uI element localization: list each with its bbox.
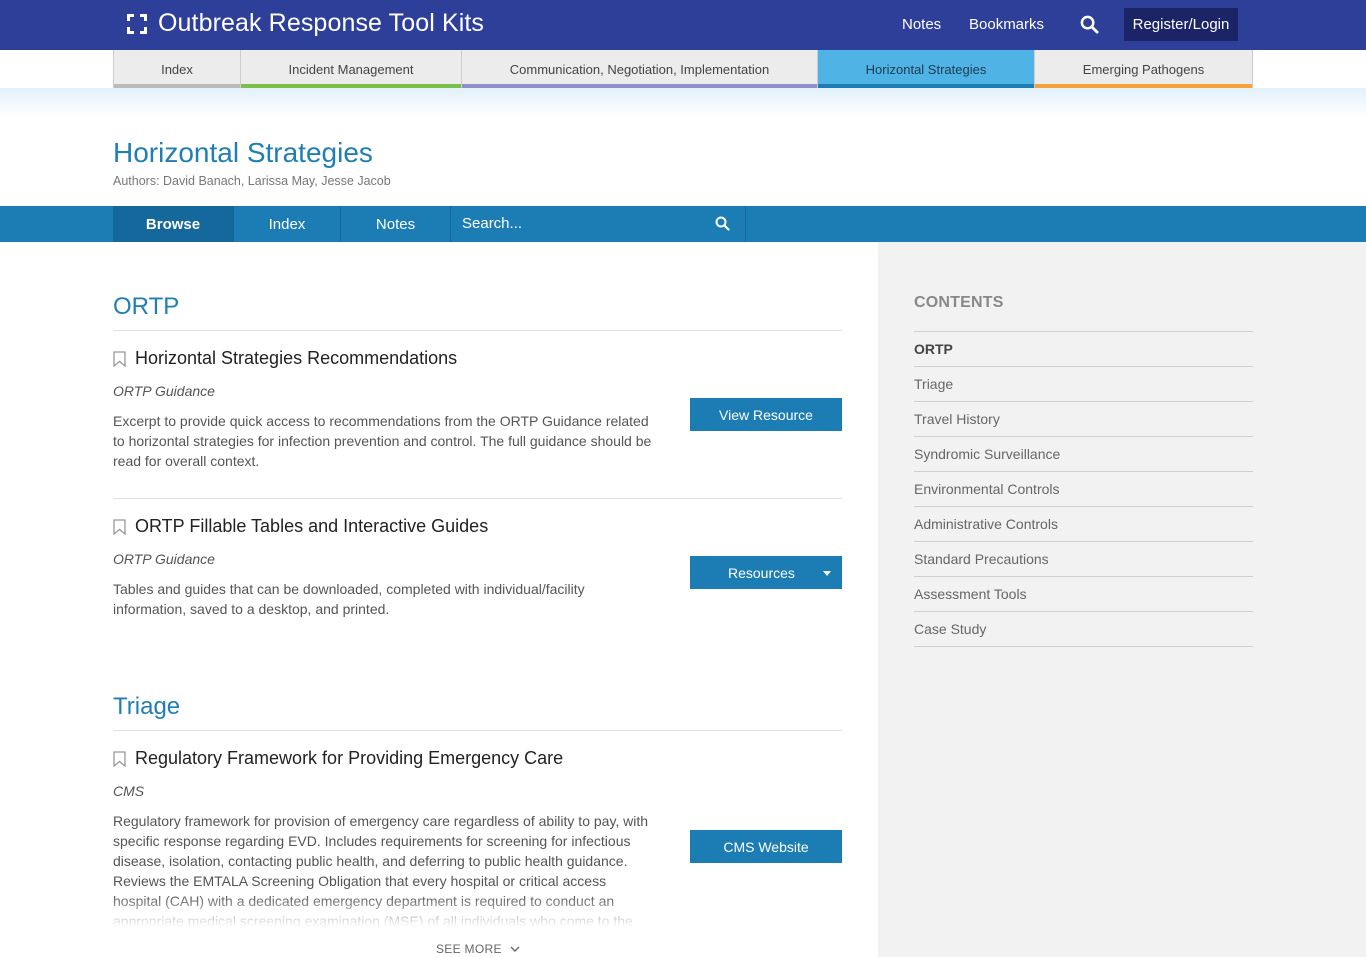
view-resource-button[interactable]: View Resource bbox=[690, 398, 842, 431]
contents-item-environmental-controls[interactable]: Environmental Controls bbox=[914, 472, 1253, 507]
section-title: Triage bbox=[113, 693, 181, 720]
tab-horizontal-strategies[interactable]: Horizontal Strategies bbox=[818, 50, 1035, 88]
caret-down-icon bbox=[823, 571, 831, 576]
contents-item-administrative-controls[interactable]: Administrative Controls bbox=[914, 507, 1253, 542]
resource-description: Tables and guides that can be downloaded… bbox=[113, 581, 585, 617]
tab-label: Emerging Pathogens bbox=[1082, 61, 1205, 77]
browse-tab[interactable]: Browse bbox=[113, 206, 234, 242]
resources-dropdown-button[interactable]: Resources bbox=[690, 556, 842, 589]
browse-bar: Browse Index Notes bbox=[0, 206, 1366, 242]
search-icon[interactable] bbox=[715, 216, 730, 231]
tab-index[interactable]: Index bbox=[113, 50, 241, 88]
resource-title[interactable]: Regulatory Framework for Providing Emerg… bbox=[113, 748, 563, 769]
toolkit-tabs: Index Incident Management Communication,… bbox=[113, 50, 1253, 88]
resource-source: ORTP Guidance bbox=[113, 551, 215, 567]
resource-description: Excerpt to provide quick access to recom… bbox=[113, 413, 652, 469]
resource-title[interactable]: ORTP Fillable Tables and Interactive Gui… bbox=[113, 516, 488, 537]
top-header: Outbreak Response Tool Kits Notes Bookma… bbox=[0, 0, 1366, 50]
index-tab[interactable]: Index bbox=[234, 206, 341, 242]
contents-title: CONTENTS bbox=[914, 294, 1004, 311]
tab-label: Index bbox=[161, 61, 193, 77]
notes-tab[interactable]: Notes bbox=[341, 206, 451, 242]
tab-label: Horizontal Strategies bbox=[865, 61, 987, 77]
resource-title-text: Regulatory Framework for Providing Emerg… bbox=[135, 748, 564, 768]
see-more-link[interactable]: SEE MORE bbox=[436, 942, 520, 956]
cms-website-button[interactable]: CMS Website bbox=[690, 830, 842, 863]
page-title: Horizontal Strategies bbox=[113, 137, 373, 168]
search-icon[interactable] bbox=[1080, 15, 1099, 34]
toolkit-search bbox=[451, 206, 746, 242]
resource-title-text: ORTP Fillable Tables and Interactive Gui… bbox=[135, 516, 489, 536]
resource-source: CMS bbox=[113, 783, 145, 799]
contents-item-triage[interactable]: Triage bbox=[914, 367, 1253, 402]
contents-item-assessment-tools[interactable]: Assessment Tools bbox=[914, 577, 1253, 612]
section-title: ORTP bbox=[113, 293, 180, 320]
chevron-down-icon bbox=[510, 946, 520, 952]
text-fade bbox=[113, 895, 658, 927]
resource-title[interactable]: Horizontal Strategies Recommendations bbox=[113, 348, 457, 369]
contents-item-ortp[interactable]: ORTP bbox=[914, 332, 1253, 367]
button-label: Resources bbox=[728, 564, 795, 581]
contents-item-travel-history[interactable]: Travel History bbox=[914, 402, 1253, 437]
site-logo[interactable]: Outbreak Response Tool Kits bbox=[127, 9, 484, 38]
bookmark-icon[interactable] bbox=[113, 750, 126, 767]
register-login-button[interactable]: Register/Login bbox=[1124, 8, 1238, 41]
app-title: Outbreak Response Tool Kits bbox=[158, 9, 485, 37]
tab-emerging-pathogens[interactable]: Emerging Pathogens bbox=[1035, 50, 1253, 88]
bookmarks-link[interactable]: Bookmarks bbox=[969, 16, 1044, 33]
search-input[interactable] bbox=[462, 215, 702, 232]
tab-label: Communication, Negotiation, Implementati… bbox=[509, 61, 770, 77]
divider bbox=[113, 730, 842, 731]
logo-icon bbox=[127, 13, 147, 34]
contents-list: ORTP Triage Travel History Syndromic Sur… bbox=[914, 331, 1253, 647]
divider bbox=[113, 330, 842, 331]
tabs-shadow bbox=[0, 88, 1366, 118]
contents-item-standard-precautions[interactable]: Standard Precautions bbox=[914, 542, 1253, 577]
contents-sidebar: CONTENTS ORTP Triage Travel History Synd… bbox=[878, 242, 1366, 957]
contents-item-syndromic-surveillance[interactable]: Syndromic Surveillance bbox=[914, 437, 1253, 472]
bookmark-icon[interactable] bbox=[113, 350, 126, 367]
contents-item-case-study[interactable]: Case Study bbox=[914, 612, 1253, 647]
tab-label: Incident Management bbox=[288, 61, 414, 77]
resource-title-text: Horizontal Strategies Recommendations bbox=[135, 348, 458, 368]
see-more-label: SEE MORE bbox=[436, 942, 502, 956]
tab-communication[interactable]: Communication, Negotiation, Implementati… bbox=[462, 50, 818, 88]
divider bbox=[113, 498, 842, 499]
notes-link[interactable]: Notes bbox=[902, 16, 941, 33]
tab-incident-management[interactable]: Incident Management bbox=[241, 50, 462, 88]
bookmark-icon[interactable] bbox=[113, 518, 126, 535]
resource-source: ORTP Guidance bbox=[113, 383, 215, 399]
authors: Authors: David Banach, Larissa May, Jess… bbox=[113, 174, 391, 188]
